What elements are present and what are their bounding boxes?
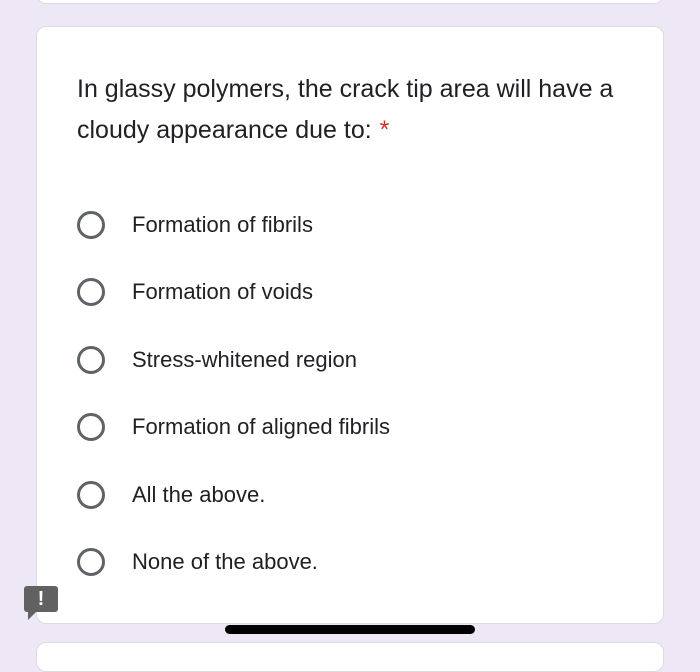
radio-option[interactable]: Formation of voids [77,258,390,326]
question-text: In glassy polymers, the crack tip area w… [77,75,614,144]
radio-button-icon[interactable] [77,345,105,374]
previous-question-card [36,0,664,4]
option-label: None of the above. [132,549,318,574]
question-card: In glassy polymers, the crack tip area w… [36,26,664,624]
radio-option[interactable]: Stress-whitened region [77,326,390,394]
option-label: Formation of fibrils [132,211,313,237]
radio-button-icon[interactable] [77,210,105,239]
required-asterisk: * [379,116,390,144]
option-label: Formation of aligned fibrils [132,414,391,439]
question-title: In glassy polymers, the crack tip area w… [77,69,617,151]
radio-button-icon[interactable] [77,413,105,441]
option-label: All the above. [132,481,266,507]
radio-option[interactable]: Formation of aligned fibrils [77,393,390,461]
radio-option[interactable]: Formation of fibrils [77,191,390,259]
option-label: Formation of voids [132,279,313,304]
options-list: Formation of fibrils Formation of voids … [77,191,390,596]
home-indicator[interactable] [225,625,475,634]
report-problem-icon[interactable]: ! [24,586,58,620]
radio-button-icon[interactable] [77,480,105,509]
radio-option[interactable]: None of the above. [77,528,390,596]
radio-button-icon[interactable] [77,278,105,306]
option-label: Stress-whitened region [132,346,358,372]
radio-option[interactable]: All the above. [77,461,390,529]
radio-button-icon[interactable] [77,548,105,576]
